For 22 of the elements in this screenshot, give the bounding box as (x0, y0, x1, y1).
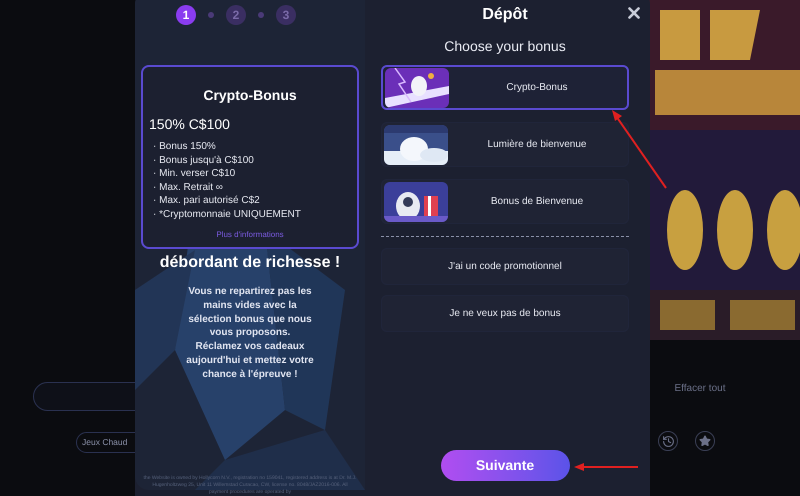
history-icon[interactable] (658, 431, 678, 451)
arrow-annotation (574, 462, 638, 472)
dialog-title: Dépôt (482, 5, 528, 25)
bonus-option[interactable]: Crypto-Bonus (381, 65, 629, 110)
next-button[interactable]: Suivante (440, 450, 570, 481)
card-title: Crypto-Bonus (202, 86, 298, 105)
term-text: · Bonus jusqu'à C$100 (153, 154, 255, 167)
promo-headline: débordant de richesse ! (158, 253, 342, 273)
term-text: · Max. Retrait ∞ (153, 180, 224, 194)
bonus-option[interactable]: Je ne veux pas de bonus (381, 295, 629, 332)
term-text: · Bonus 150% (153, 140, 217, 154)
section-heading: Choose your bonus (443, 37, 567, 56)
promo-text: Vous ne repartirez pas les mains vides avec la sélection bonus que nous vous proposons. Réclamez vos cadeaux aujourd'hui et mettez votre chance à l'épreuve ! (186, 285, 314, 382)
bonus-amount: 150% C$100 (149, 115, 231, 134)
close-button[interactable] (625, 4, 643, 22)
bonus-option[interactable]: Lumière de bienvenue (381, 122, 629, 167)
term-text: · Min. verser C$10 (153, 167, 236, 180)
bonus-option[interactable]: J'ai un code promotionnel (381, 248, 629, 285)
clear-all-link[interactable]: Effacer tout (672, 382, 728, 396)
term-text: · Max. pari autorisé C$2 (153, 194, 261, 208)
term-text: · *Cryptomonnaie UNIQUEMENT (153, 208, 302, 221)
bonus-option[interactable]: Bonus de Bienvenue (381, 179, 629, 224)
